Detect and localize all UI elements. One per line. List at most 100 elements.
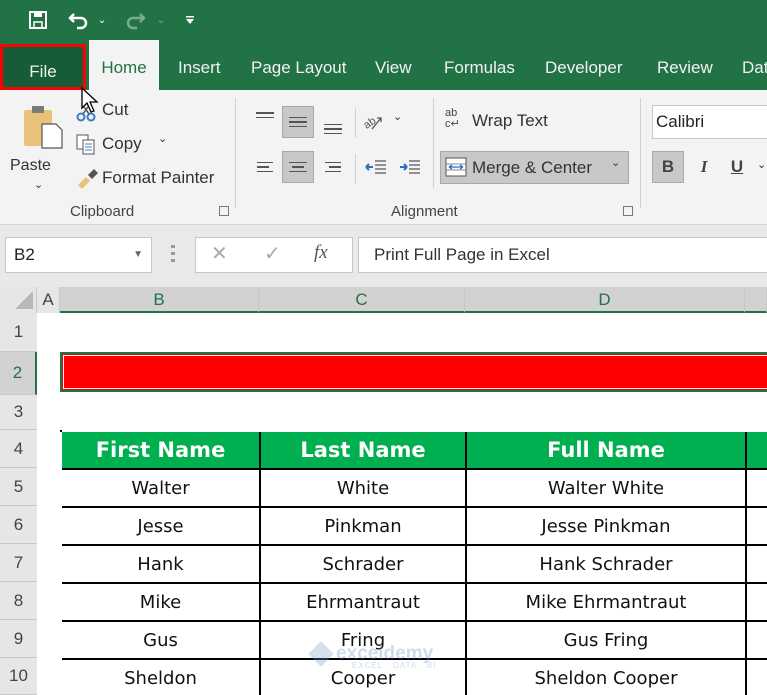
table-cell[interactable] <box>747 584 767 622</box>
wrap-text-icon: ab c↵ <box>445 107 460 130</box>
copy-button[interactable]: Copy ⌄ <box>74 132 174 158</box>
table-cell[interactable]: Mike Ehrmantraut <box>467 584 747 622</box>
row-header-8[interactable]: 8 <box>0 582 37 620</box>
wrap-text-button[interactable]: ab c↵ Wrap Text <box>443 108 573 136</box>
row-header-3[interactable]: 3 <box>0 395 37 430</box>
name-box-value: B2 <box>14 245 35 264</box>
bottom-align-button[interactable] <box>317 108 349 140</box>
column-header-c[interactable]: C <box>259 287 465 313</box>
orientation-icon[interactable]: ab <box>360 106 386 138</box>
table-cell[interactable]: Sheldon <box>62 660 261 695</box>
table-cell[interactable] <box>747 660 767 695</box>
alignment-launcher-icon[interactable] <box>623 206 633 216</box>
tab-view[interactable]: View <box>375 40 412 90</box>
table-cell[interactable]: Pinkman <box>261 508 467 546</box>
column-header-b[interactable]: B <box>60 287 259 313</box>
tab-home[interactable]: Home <box>89 40 159 90</box>
table-cell[interactable]: Schrader <box>261 546 467 584</box>
row-header-2[interactable]: 2 <box>0 352 37 395</box>
table-cell[interactable]: White <box>261 470 467 508</box>
save-icon[interactable] <box>26 8 50 32</box>
row-header-4[interactable]: 4 <box>0 430 37 468</box>
tab-formulas[interactable]: Formulas <box>444 40 515 90</box>
bold-button[interactable]: B <box>652 151 684 183</box>
table-cell[interactable]: Jesse <box>62 508 261 546</box>
orientation-dropdown-icon[interactable]: ⌄ <box>393 110 402 123</box>
table-header-cell[interactable]: Last Name <box>261 432 467 470</box>
customize-qat-icon[interactable] <box>183 8 197 32</box>
tab-file[interactable]: File <box>0 44 86 90</box>
font-name-box[interactable]: Calibri <box>652 105 767 139</box>
merged-cell-b2[interactable] <box>60 352 767 392</box>
middle-align-button[interactable] <box>282 106 314 138</box>
align-center-button[interactable] <box>282 151 314 183</box>
table-cell[interactable] <box>747 508 767 546</box>
table-header-cell[interactable] <box>747 432 767 470</box>
paste-button[interactable]: Paste ⌄ <box>10 98 68 198</box>
formula-input[interactable]: Print Full Page in Excel <box>358 237 767 273</box>
name-box-dropdown-icon[interactable]: ▼ <box>133 238 143 272</box>
formula-bar-area: B2 ▼ ✕ ✓ fx Print Full Page in Excel <box>0 225 767 287</box>
row-header-9[interactable]: 9 <box>0 620 37 658</box>
column-header-e[interactable] <box>745 287 767 313</box>
table-cell[interactable]: Sheldon Cooper <box>467 660 747 695</box>
row-header-10[interactable]: 10 <box>0 658 37 695</box>
table-cell[interactable]: Hank Schrader <box>467 546 747 584</box>
italic-button[interactable]: I <box>688 151 720 183</box>
table-cell[interactable]: Ehrmantraut <box>261 584 467 622</box>
column-header-d[interactable]: D <box>465 287 745 313</box>
clipboard-launcher-icon[interactable] <box>219 206 229 216</box>
redo-dropdown-icon[interactable]: ⌄ <box>155 8 167 32</box>
decrease-indent-icon[interactable] <box>360 151 392 183</box>
table-cell[interactable]: Gus Fring <box>467 622 747 660</box>
worksheet-grid[interactable]: First Name Last Name Full Name Walter White W… <box>37 313 767 695</box>
row-header-1[interactable]: 1 <box>0 313 37 352</box>
table-cell[interactable] <box>747 546 767 584</box>
undo-icon[interactable] <box>66 8 92 32</box>
table-cell[interactable]: Hank <box>62 546 261 584</box>
align-left-button[interactable] <box>249 151 281 183</box>
table-header-cell[interactable]: First Name <box>62 432 261 470</box>
tab-data[interactable]: Data <box>742 40 767 90</box>
cancel-icon[interactable]: ✕ <box>211 241 228 266</box>
table-header-cell[interactable]: Full Name <box>467 432 747 470</box>
table-cell[interactable]: Gus <box>62 622 261 660</box>
select-all-button[interactable] <box>0 287 37 313</box>
merge-center-button[interactable]: Merge & Center ⌄ <box>440 151 629 184</box>
tab-developer[interactable]: Developer <box>545 40 623 90</box>
quick-access-toolbar: ⌄ ⌄ <box>0 0 767 40</box>
table-cell[interactable] <box>747 470 767 508</box>
align-right-button[interactable] <box>317 151 349 183</box>
tab-review[interactable]: Review <box>657 40 713 90</box>
table-cell[interactable]: Jesse Pinkman <box>467 508 747 546</box>
top-align-button[interactable] <box>249 104 281 136</box>
enter-icon[interactable]: ✓ <box>264 241 281 266</box>
mouse-pointer-icon <box>80 86 100 119</box>
column-header-a[interactable]: A <box>37 287 60 313</box>
row-header-5[interactable]: 5 <box>0 468 37 506</box>
merge-center-icon <box>445 157 467 182</box>
formula-bar-grip-icon[interactable] <box>171 245 175 265</box>
tab-insert[interactable]: Insert <box>178 40 221 90</box>
row-header-7[interactable]: 7 <box>0 544 37 582</box>
bold-icon: B <box>661 157 675 176</box>
table-cell[interactable]: Walter White <box>467 470 747 508</box>
table-cell[interactable]: Mike <box>62 584 261 622</box>
clipboard-group-label: Clipboard <box>70 203 135 220</box>
name-box[interactable]: B2 ▼ <box>5 237 152 273</box>
underline-button[interactable]: U <box>721 151 753 183</box>
undo-dropdown-icon[interactable]: ⌄ <box>96 8 108 32</box>
underline-dropdown-icon[interactable]: ⌄ <box>757 158 766 171</box>
merge-dropdown-icon[interactable]: ⌄ <box>611 156 620 169</box>
paste-dropdown-icon[interactable]: ⌄ <box>34 178 43 191</box>
copy-dropdown-icon[interactable]: ⌄ <box>158 132 167 145</box>
increase-indent-icon[interactable] <box>394 151 426 183</box>
row-header-6[interactable]: 6 <box>0 506 37 544</box>
redo-icon[interactable] <box>122 8 148 32</box>
data-table: First Name Last Name Full Name Walter White W… <box>60 430 767 695</box>
insert-function-icon[interactable]: fx <box>314 242 328 264</box>
table-cell[interactable] <box>747 622 767 660</box>
format-painter-button[interactable]: Format Painter <box>74 166 219 192</box>
table-cell[interactable]: Walter <box>62 470 261 508</box>
tab-page-layout[interactable]: Page Layout <box>251 40 346 90</box>
